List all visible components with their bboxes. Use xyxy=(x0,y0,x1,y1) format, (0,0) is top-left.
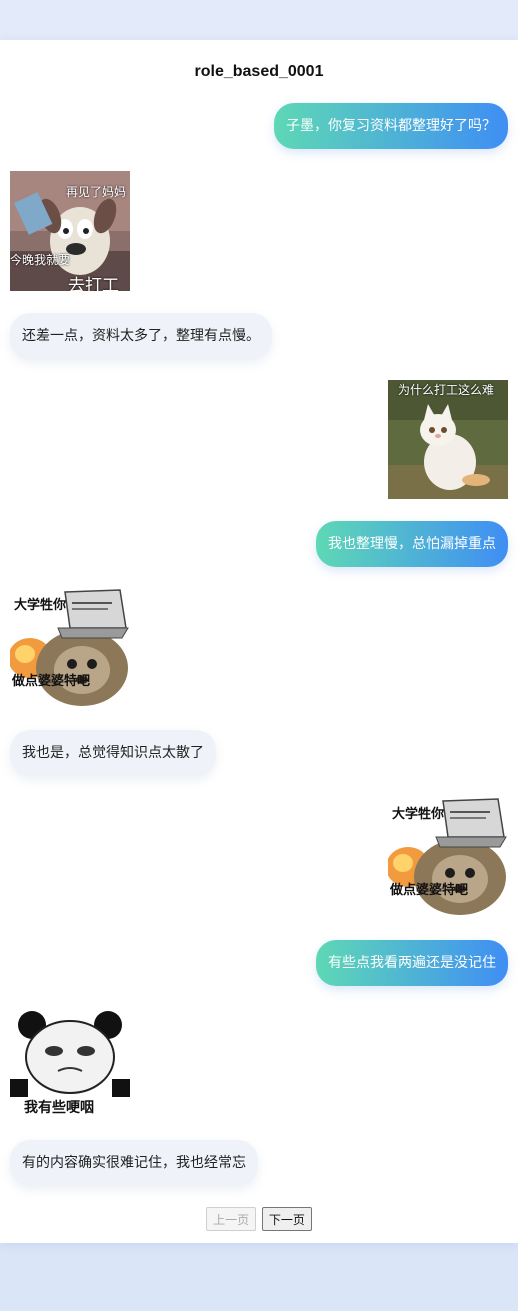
message-bubble-received: 有的内容确实很难记住，我也经常忘 xyxy=(10,1140,258,1186)
sticker-cat[interactable]: 为什么打工这么难 xyxy=(388,380,508,499)
sticker-caption: 再见了妈妈 xyxy=(66,185,127,199)
sticker-monkey-laptop[interactable]: 大学牲你 做点婆婆特吧 xyxy=(388,797,508,917)
message-bubble-sent: 有些点我看两遍还是没记住 xyxy=(316,940,508,986)
sticker-caption: 做点婆婆特吧 xyxy=(12,674,91,689)
message-text: 子墨，你复习资料都整理好了吗？ xyxy=(286,118,496,134)
page-title: role_based_0001 xyxy=(194,63,324,80)
sticker-caption: 大学牲你 xyxy=(14,598,67,613)
prev-page-button[interactable]: 上一页 xyxy=(206,1207,257,1231)
sticker-panda[interactable]: 我有些哽咽 xyxy=(10,1007,130,1118)
next-page-button[interactable]: 下一页 xyxy=(261,1207,312,1231)
pagination: 上一页 下一页 xyxy=(0,1207,518,1231)
sticker-caption: 去打工 xyxy=(68,276,119,291)
sticker-caption: 我有些哽咽 xyxy=(24,1100,94,1116)
sticker-caption: 今晚我就要 xyxy=(10,253,71,267)
message-text: 还差一点，资料太多了，整理有点慢。 xyxy=(22,328,260,344)
message-text: 有些点我看两遍还是没记住 xyxy=(328,955,496,971)
message-bubble-received: 还差一点，资料太多了，整理有点慢。 xyxy=(10,313,272,359)
sticker-caption: 做点婆婆特吧 xyxy=(390,883,469,898)
sticker-caption: 为什么打工这么难 xyxy=(398,383,495,397)
message-bubble-received: 我也是，总觉得知识点太散了 xyxy=(10,730,216,776)
message-bubble-sent: 子墨，你复习资料都整理好了吗？ xyxy=(274,103,508,149)
sticker-monkey-laptop[interactable]: 大学牲你 做点婆婆特吧 xyxy=(10,588,130,708)
message-text: 有的内容确实很难记住，我也经常忘 xyxy=(22,1155,246,1171)
message-text: 我也整理慢，总怕漏掉重点 xyxy=(328,536,496,552)
message-bubble-sent: 我也整理慢，总怕漏掉重点 xyxy=(316,521,508,567)
message-text: 我也是，总觉得知识点太散了 xyxy=(22,745,204,761)
sticker-caption: 大学牲你 xyxy=(392,807,445,822)
sticker-dog[interactable]: 再见了妈妈 今晚我就要 去打工 xyxy=(10,171,130,291)
